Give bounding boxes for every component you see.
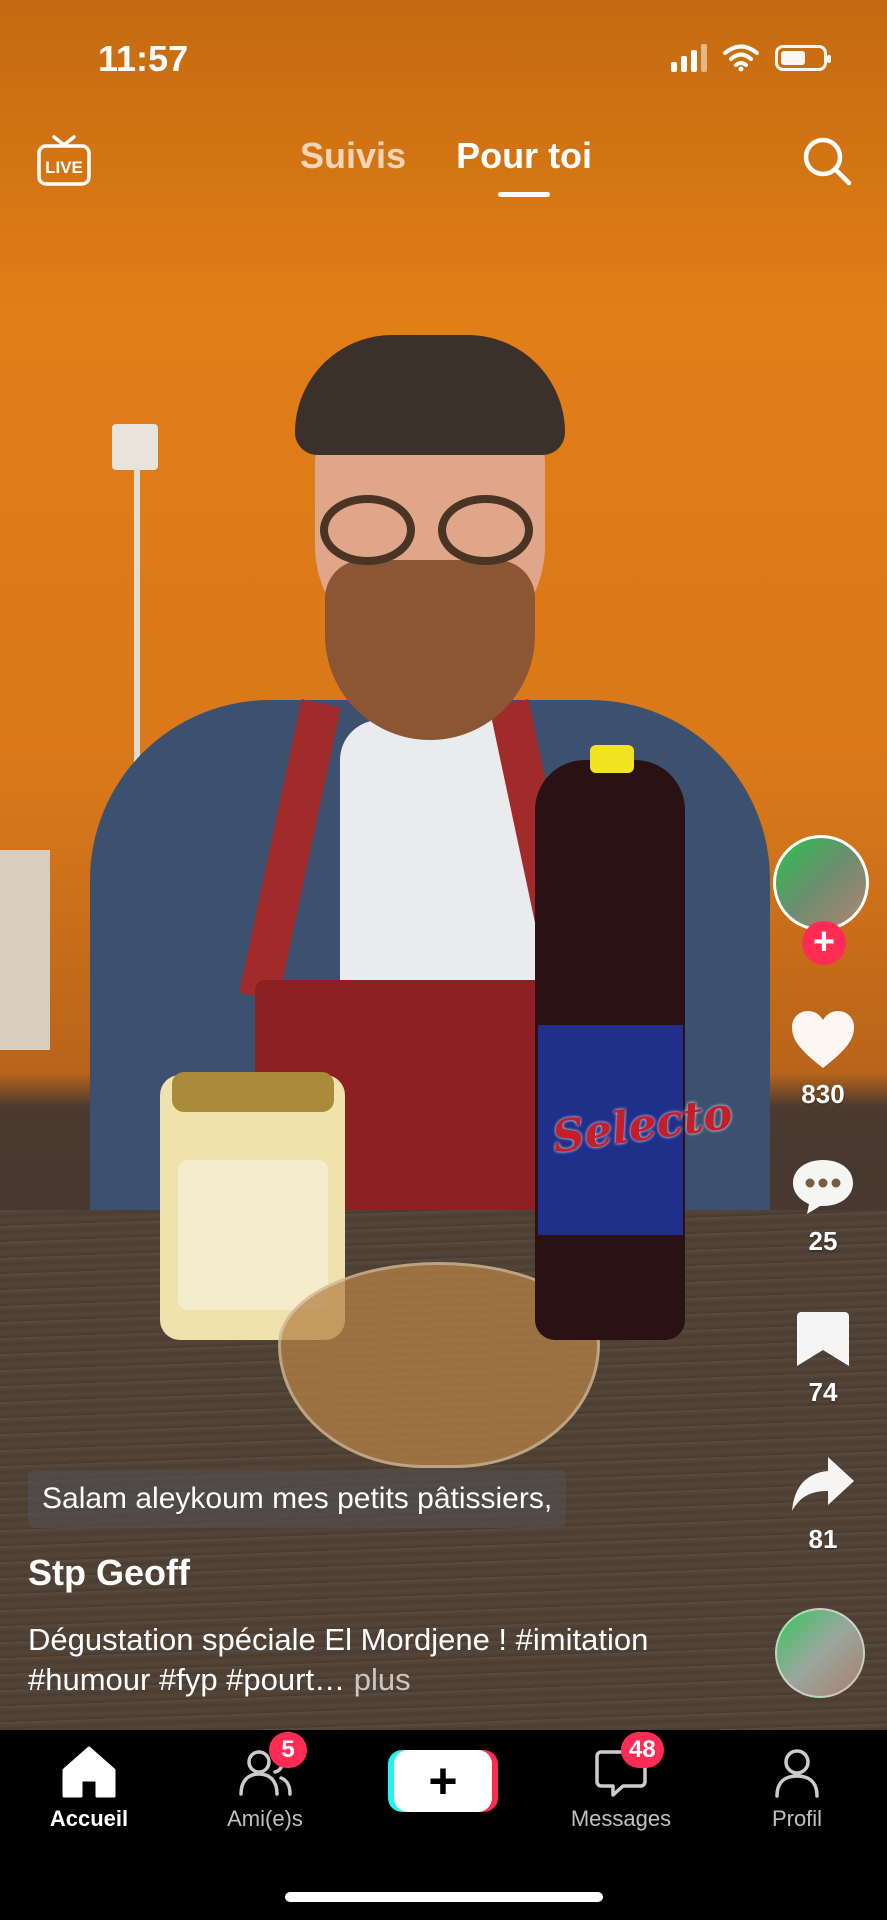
caption-overlay: Salam aleykoum mes petits pâtissiers, [28,1470,567,1528]
nav-friends-label: Ami(e)s [227,1806,303,1831]
video-description[interactable]: Dégustation spéciale El Mordjene ! #imit… [28,1620,718,1700]
background-shelf [0,850,50,1050]
top-navigation: LIVE Suivis Pour toi [0,125,887,215]
heart-icon [792,1011,854,1068]
messages-badge: 48 [621,1732,664,1768]
jar-lid [172,1072,334,1112]
status-bar: 11:57 [0,0,887,110]
power-cable [134,468,140,768]
tab-following[interactable]: Suivis [300,135,406,177]
share-arrow-icon [792,1457,854,1511]
tab-for-you[interactable]: Pour toi [456,135,592,197]
home-indicator [285,1892,603,1902]
jar-label [178,1160,328,1310]
nav-home[interactable]: Accueil [24,1742,154,1832]
comment-count: 25 [808,1226,838,1256]
search-icon [803,137,852,186]
share-count: 81 [808,1524,838,1554]
nav-messages[interactable]: 48 Messages [556,1732,686,1832]
feed-tabs: Suivis Pour toi [300,135,592,197]
person-hair [295,335,565,455]
description-text: Dégustation spéciale El Mordjene ! #imit… [28,1622,649,1697]
sound-disc-avatar[interactable] [775,1608,865,1698]
nav-messages-label: Messages [570,1806,672,1831]
nav-profile[interactable]: Profil [732,1742,862,1832]
profile-icon [775,1749,819,1798]
save-button[interactable]: 74 [773,1310,873,1408]
nav-friends[interactable]: 5 Ami(e)s [200,1732,330,1832]
status-icons [671,44,831,72]
like-count: 830 [801,1079,845,1109]
cellular-signal-icon [671,44,707,72]
more-link[interactable]: plus [354,1662,411,1697]
follow-button[interactable]: + [802,921,846,965]
comment-button[interactable]: 25 [773,1157,873,1257]
wifi-icon [723,44,759,72]
person-glasses [320,495,540,565]
like-button[interactable]: 830 [773,1010,873,1110]
nav-home-label: Accueil [49,1806,129,1831]
live-label: LIVE [45,158,83,177]
author-name[interactable]: Stp Geoff [28,1552,190,1594]
creator-avatar[interactable] [773,835,869,931]
comment-icon [793,1160,853,1214]
create-button[interactable]: + [394,1750,492,1812]
live-button[interactable]: LIVE [36,133,92,186]
nav-profile-label: Profil [771,1806,823,1831]
wall-outlet [112,424,158,470]
bookmark-icon [797,1312,849,1366]
bottle-cap [590,745,634,773]
create-plus-icon: + [428,1753,458,1809]
share-button[interactable]: 81 [773,1455,873,1555]
home-icon [62,1746,116,1798]
search-button[interactable] [801,135,853,187]
battery-icon [775,45,831,71]
save-count: 74 [808,1377,838,1407]
status-time: 11:57 [98,38,189,79]
live-tv-icon: LIVE [37,135,91,186]
friends-badge: 5 [269,1732,307,1768]
